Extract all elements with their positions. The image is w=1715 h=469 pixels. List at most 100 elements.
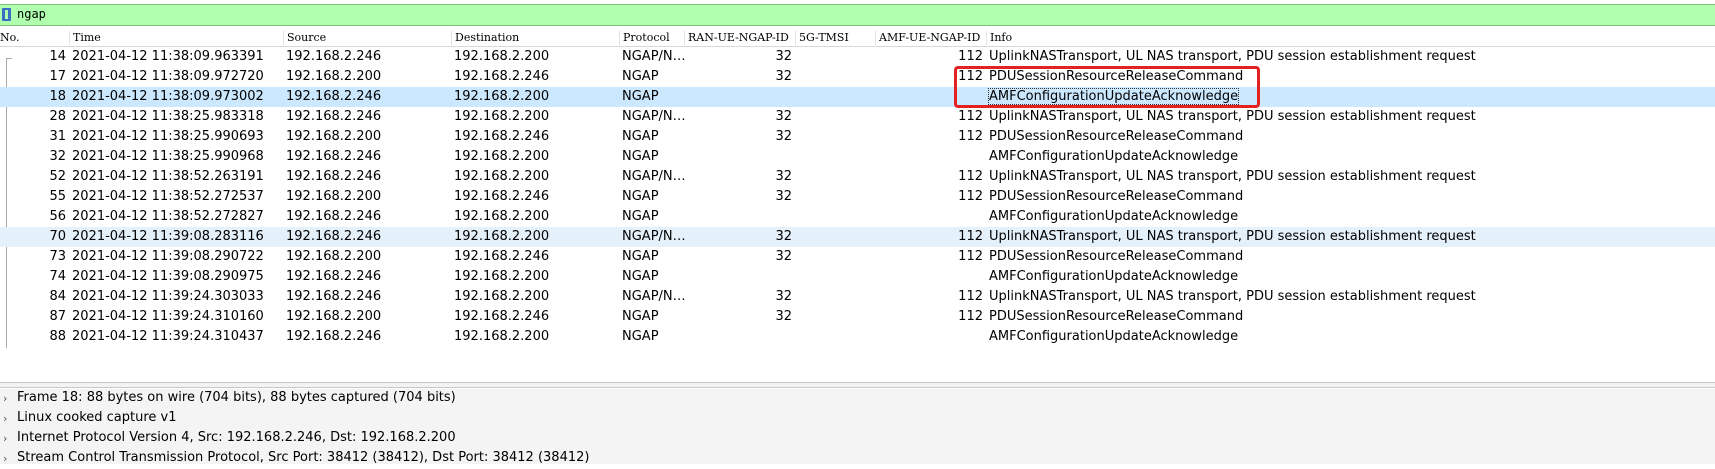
packet-row[interactable]: 88 2021-04-12 11:39:24.310437 192.168.2.24…	[0, 327, 1715, 347]
cell-source: 192.168.2.246	[286, 269, 382, 284]
cell-source: 192.168.2.246	[286, 329, 382, 344]
column-header-no[interactable]: No.	[0, 31, 20, 45]
cell-protocol: NGAP	[622, 129, 659, 144]
cell-no: 52	[49, 169, 66, 184]
cell-protocol: NGAP	[622, 329, 659, 344]
cell-protocol: NGAP	[622, 209, 659, 224]
annotation-highlight-box	[954, 66, 1260, 108]
packet-row[interactable]: 73 2021-04-12 11:39:08.290722 192.168.2.20…	[0, 247, 1715, 267]
packet-row[interactable]: 52 2021-04-12 11:38:52.263191 192.168.2.24…	[0, 167, 1715, 187]
cell-time: 2021-04-12 11:38:09.973002	[72, 89, 264, 104]
cell-info: PDUSessionResourceReleaseCommand	[989, 189, 1244, 204]
cell-no: 70	[49, 229, 66, 244]
cell-source: 192.168.2.200	[286, 69, 382, 84]
cell-time: 2021-04-12 11:38:52.263191	[72, 169, 264, 184]
cell-ran-ue-ngap-id: 32	[775, 229, 792, 244]
packet-row[interactable]: 56 2021-04-12 11:38:52.272827 192.168.2.24…	[0, 207, 1715, 227]
cell-time: 2021-04-12 11:38:09.963391	[72, 49, 264, 64]
packet-row[interactable]: 74 2021-04-12 11:39:08.290975 192.168.2.24…	[0, 267, 1715, 287]
cell-info: AMFConfigurationUpdateAcknowledge	[989, 209, 1239, 224]
cell-time: 2021-04-12 11:38:09.972720	[72, 69, 264, 84]
chevron-right-icon[interactable]: ›	[3, 432, 7, 445]
cell-destination: 192.168.2.200	[454, 149, 550, 164]
detail-tree-item[interactable]: › Internet Protocol Version 4, Src: 192.1…	[0, 429, 1715, 449]
packet-row[interactable]: 84 2021-04-12 11:39:24.303033 192.168.2.24…	[0, 287, 1715, 307]
packet-row[interactable]: 18 2021-04-12 11:38:09.973002 192.168.2.24…	[0, 87, 1715, 107]
packet-row[interactable]: 14 2021-04-12 11:38:09.963391 192.168.2.24…	[0, 47, 1715, 67]
cell-destination: 192.168.2.246	[454, 129, 550, 144]
cell-no: 88	[49, 329, 66, 344]
cell-no: 55	[49, 189, 66, 204]
cell-protocol: NGAP	[622, 69, 659, 84]
cell-time: 2021-04-12 11:39:08.283116	[72, 229, 264, 244]
detail-tree-item[interactable]: › Linux cooked capture v1	[0, 409, 1715, 429]
cell-info: PDUSessionResourceReleaseCommand	[989, 249, 1244, 264]
cell-source: 192.168.2.246	[286, 89, 382, 104]
cell-destination: 192.168.2.200	[454, 169, 550, 184]
cell-destination: 192.168.2.200	[454, 49, 550, 64]
cell-ran-ue-ngap-id: 32	[775, 49, 792, 64]
cell-protocol: NGAP/N…	[622, 49, 686, 64]
cell-ran-ue-ngap-id: 32	[775, 69, 792, 84]
cell-amf-ue-ngap-id: 112	[958, 249, 983, 264]
column-header-amf-ue-ngap-id[interactable]: AMF-UE-NGAP-ID	[875, 31, 980, 45]
packet-list: 14 2021-04-12 11:38:09.963391 192.168.2.24…	[0, 47, 1715, 347]
display-filter-bar[interactable]: ngap	[0, 4, 1715, 26]
bookmark-icon[interactable]	[2, 8, 11, 21]
cell-no: 17	[49, 69, 66, 84]
cell-info: UplinkNASTransport, UL NAS transport, PD…	[989, 49, 1476, 64]
cell-source: 192.168.2.200	[286, 129, 382, 144]
cell-destination: 192.168.2.200	[454, 269, 550, 284]
pane-splitter[interactable]	[0, 382, 1715, 388]
cell-time: 2021-04-12 11:38:25.990693	[72, 129, 264, 144]
cell-source: 192.168.2.246	[286, 149, 382, 164]
cell-destination: 192.168.2.200	[454, 89, 550, 104]
cell-info: AMFConfigurationUpdateAcknowledge	[989, 149, 1239, 164]
cell-no: 87	[49, 309, 66, 324]
packet-row[interactable]: 87 2021-04-12 11:39:24.310160 192.168.2.20…	[0, 307, 1715, 327]
cell-protocol: NGAP	[622, 269, 659, 284]
cell-amf-ue-ngap-id: 112	[958, 169, 983, 184]
cell-destination: 192.168.2.200	[454, 229, 550, 244]
cell-source: 192.168.2.200	[286, 309, 382, 324]
cell-no: 18	[49, 89, 66, 104]
cell-destination: 192.168.2.246	[454, 189, 550, 204]
packet-row[interactable]: 32 2021-04-12 11:38:25.990968 192.168.2.24…	[0, 147, 1715, 167]
cell-source: 192.168.2.246	[286, 229, 382, 244]
cell-no: 84	[49, 289, 66, 304]
detail-tree-item[interactable]: › Frame 18: 88 bytes on wire (704 bits), …	[0, 389, 1715, 409]
column-header-destination[interactable]: Destination	[451, 31, 519, 45]
packet-row[interactable]: 31 2021-04-12 11:38:25.990693 192.168.2.20…	[0, 127, 1715, 147]
packet-details-pane: › Frame 18: 88 bytes on wire (704 bits), …	[0, 389, 1715, 465]
cell-time: 2021-04-12 11:39:08.290975	[72, 269, 264, 284]
cell-info: UplinkNASTransport, UL NAS transport, PD…	[989, 109, 1476, 124]
detail-tree-label: Stream Control Transmission Protocol, Sr…	[17, 450, 590, 465]
cell-ran-ue-ngap-id: 32	[775, 189, 792, 204]
column-header-time[interactable]: Time	[69, 31, 101, 45]
cell-time: 2021-04-12 11:39:24.303033	[72, 289, 264, 304]
chevron-right-icon[interactable]: ›	[3, 412, 7, 425]
chevron-right-icon[interactable]: ›	[3, 392, 7, 405]
chevron-right-icon[interactable]: ›	[3, 452, 7, 465]
cell-time: 2021-04-12 11:38:25.990968	[72, 149, 264, 164]
packet-row[interactable]: 28 2021-04-12 11:38:25.983318 192.168.2.24…	[0, 107, 1715, 127]
packet-row[interactable]: 70 2021-04-12 11:39:08.283116 192.168.2.24…	[0, 227, 1715, 247]
cell-protocol: NGAP/N…	[622, 229, 686, 244]
packet-row[interactable]: 55 2021-04-12 11:38:52.272537 192.168.2.20…	[0, 187, 1715, 207]
column-header-info[interactable]: Info	[986, 31, 1012, 45]
packet-row[interactable]: 17 2021-04-12 11:38:09.972720 192.168.2.20…	[0, 67, 1715, 87]
cell-time: 2021-04-12 11:39:08.290722	[72, 249, 264, 264]
cell-protocol: NGAP	[622, 309, 659, 324]
display-filter-input[interactable]: ngap	[17, 7, 46, 21]
cell-time: 2021-04-12 11:38:52.272827	[72, 209, 264, 224]
detail-tree-label: Linux cooked capture v1	[17, 410, 177, 425]
cell-destination: 192.168.2.200	[454, 289, 550, 304]
column-header-ran-ue-ngap-id[interactable]: RAN-UE-NGAP-ID	[684, 31, 789, 45]
cell-protocol: NGAP	[622, 89, 659, 104]
packet-list-header: No. Time Source Destination Protocol RAN…	[0, 28, 1715, 47]
detail-tree-item[interactable]: › Stream Control Transmission Protocol, S…	[0, 449, 1715, 469]
cell-info: UplinkNASTransport, UL NAS transport, PD…	[989, 229, 1476, 244]
column-header-5g-tmsi[interactable]: 5G-TMSI	[795, 31, 849, 45]
column-header-source[interactable]: Source	[283, 31, 326, 45]
column-header-protocol[interactable]: Protocol	[619, 31, 670, 45]
